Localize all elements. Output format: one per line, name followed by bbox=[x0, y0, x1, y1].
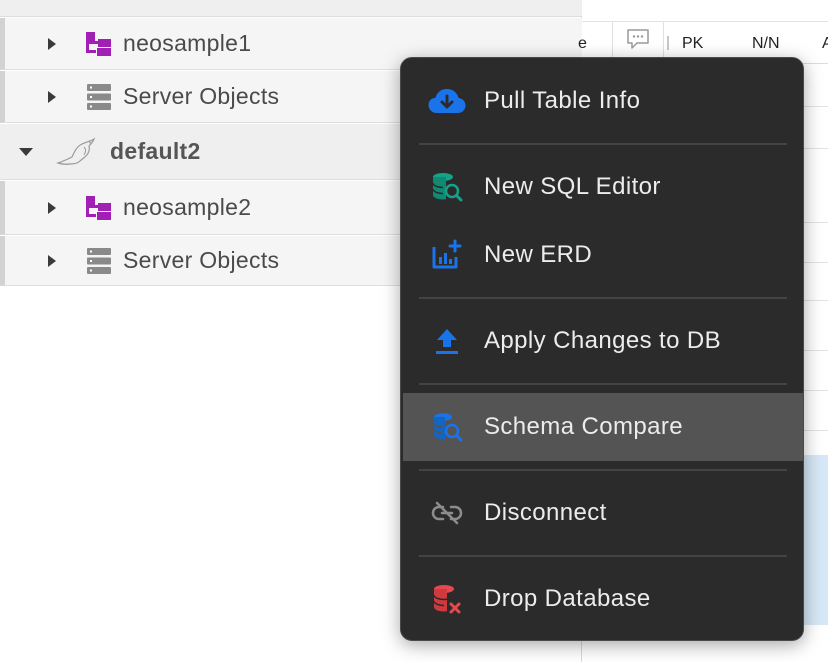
schema-icon bbox=[85, 194, 113, 222]
context-menu: Pull Table Info New SQL Editor New ERD A… bbox=[400, 57, 804, 641]
collapse-arrow-icon[interactable] bbox=[19, 147, 33, 156]
database-delete-icon bbox=[427, 579, 467, 619]
tree-item-label: Server Objects bbox=[123, 247, 280, 273]
menu-separator bbox=[419, 143, 787, 145]
menu-item-label: Schema Compare bbox=[484, 413, 684, 440]
tree-item-label: Server Objects bbox=[123, 83, 280, 109]
menu-item-label: Pull Table Info bbox=[484, 87, 641, 114]
menu-separator bbox=[419, 555, 787, 557]
broken-link-icon bbox=[427, 493, 467, 533]
menu-separator bbox=[419, 383, 787, 385]
column-separator bbox=[667, 36, 669, 50]
menu-item-apply-changes-to-db[interactable]: Apply Changes to DB bbox=[403, 307, 803, 375]
database-search-icon bbox=[427, 167, 467, 207]
menu-item-pull-table-info[interactable]: Pull Table Info bbox=[403, 67, 803, 135]
expand-arrow-icon[interactable] bbox=[48, 90, 56, 103]
tree-item-label: neosample2 bbox=[123, 194, 252, 220]
selected-grid-row[interactable] bbox=[802, 455, 828, 625]
tree-row-partial[interactable] bbox=[0, 0, 582, 17]
expand-arrow-icon[interactable] bbox=[48, 37, 56, 50]
menu-item-disconnect[interactable]: Disconnect bbox=[403, 479, 803, 547]
menu-item-new-erd[interactable]: New ERD bbox=[403, 221, 803, 289]
server-objects-icon bbox=[85, 83, 113, 111]
menu-item-label: New ERD bbox=[484, 241, 593, 268]
expand-arrow-icon[interactable] bbox=[48, 254, 56, 267]
cloud-download-icon bbox=[427, 81, 467, 121]
comment-icon bbox=[626, 28, 650, 55]
column-header-pk[interactable]: PK bbox=[682, 35, 703, 53]
menu-item-new-sql-editor[interactable]: New SQL Editor bbox=[403, 153, 803, 221]
menu-item-label: Drop Database bbox=[484, 585, 651, 612]
menu-item-schema-compare[interactable]: Schema Compare bbox=[403, 393, 803, 461]
tree-item-label: default2 bbox=[110, 138, 201, 164]
menu-item-label: New SQL Editor bbox=[484, 173, 661, 200]
column-header-type[interactable]: e bbox=[578, 35, 587, 53]
menu-separator bbox=[419, 469, 787, 471]
grid-toolbar bbox=[582, 0, 828, 22]
menu-item-drop-database[interactable]: Drop Database bbox=[403, 565, 803, 633]
menu-separator bbox=[419, 297, 787, 299]
server-objects-icon bbox=[85, 247, 113, 275]
mariadb-seal-icon bbox=[56, 137, 100, 166]
tree-item-label: neosample1 bbox=[123, 30, 252, 56]
erd-chart-icon bbox=[427, 235, 467, 275]
schema-compare-icon bbox=[427, 407, 467, 447]
upload-arrow-icon bbox=[427, 321, 467, 361]
expand-arrow-icon[interactable] bbox=[48, 201, 56, 214]
column-header-auto-increment[interactable]: A bbox=[822, 35, 828, 53]
grid-header: e PK N/N A bbox=[578, 0, 828, 64]
app-window: neosample1 Server Objects default2 neosa… bbox=[0, 0, 828, 662]
menu-item-label: Apply Changes to DB bbox=[484, 327, 722, 354]
column-header-not-null[interactable]: N/N bbox=[752, 35, 780, 53]
schema-icon bbox=[85, 30, 113, 58]
menu-item-label: Disconnect bbox=[484, 499, 607, 526]
